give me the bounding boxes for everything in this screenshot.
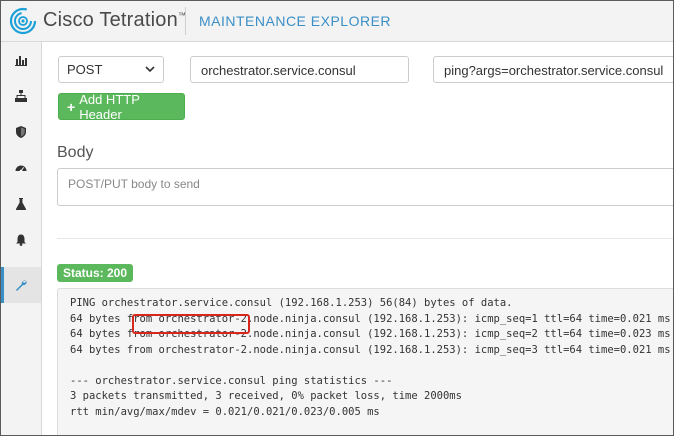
flask-icon: [16, 198, 26, 210]
chevron-down-icon: [145, 66, 155, 73]
bell-icon: [16, 234, 26, 246]
response-line: PING orchestrator.service.consul (192.16…: [70, 297, 513, 309]
sidebar-item-maintenance[interactable]: [1, 267, 41, 303]
shield-icon: [16, 126, 26, 138]
main-content: POST orchestrator.service.consul ping?ar…: [42, 42, 673, 435]
method-value: POST: [67, 62, 103, 77]
page-title: MAINTENANCE EXPLORER: [199, 13, 392, 29]
highlight-annotation: [132, 314, 250, 334]
host-input[interactable]: orchestrator.service.consul: [190, 56, 409, 83]
dashboard-gauge-icon: [15, 165, 27, 173]
top-bar: Cisco Tetration™ MAINTENANCE EXPLORER: [1, 1, 673, 42]
add-http-header-button[interactable]: + Add HTTP Header: [58, 91, 185, 122]
response-line: 64 bytes from orchestrator-2.node.ninja.…: [70, 343, 671, 356]
sidebar-item-dashboard[interactable]: [1, 42, 41, 78]
body-heading: Body: [57, 144, 94, 161]
sidebar: [1, 42, 42, 435]
hierarchy-icon: [15, 90, 27, 102]
status-badge: Status: 200: [57, 264, 134, 282]
response-line: rtt min/avg/max/mdev = 0.021/0.021/0.023…: [70, 405, 380, 418]
sidebar-item-security[interactable]: [1, 114, 41, 150]
response-output: PING orchestrator.service.consul (192.16…: [57, 288, 673, 435]
app-window: Cisco Tetration™ MAINTENANCE EXPLORER PO…: [0, 0, 674, 436]
sidebar-item-alerts[interactable]: [1, 222, 41, 258]
response-line: [70, 359, 664, 375]
sidebar-item-experiments[interactable]: [1, 186, 41, 222]
header-divider: [185, 7, 186, 35]
add-http-header-label: Add HTTP Header: [79, 91, 140, 122]
path-input[interactable]: ping?args=orchestrator.service.consul: [433, 56, 673, 83]
divider: [57, 238, 673, 239]
brand-name: Cisco Tetration™: [43, 9, 187, 31]
body-textarea[interactable]: POST/PUT body to send: [57, 168, 673, 206]
plus-icon: +: [67, 98, 76, 115]
sidebar-item-topology[interactable]: [1, 78, 41, 114]
response-line: --- orchestrator.service.consul ping sta…: [70, 374, 393, 387]
bar-chart-icon: [15, 56, 27, 66]
method-select[interactable]: POST: [58, 56, 164, 83]
wrench-icon: [16, 280, 27, 291]
sidebar-item-monitoring[interactable]: [1, 150, 41, 186]
response-line: 3 packets transmitted, 3 received, 0% pa…: [70, 390, 462, 402]
path-value: ping?args=orchestrator.service.consul: [444, 63, 664, 78]
tetration-logo-icon: [9, 7, 37, 35]
body-placeholder: POST/PUT body to send: [68, 177, 200, 191]
host-value: orchestrator.service.consul: [201, 63, 356, 78]
